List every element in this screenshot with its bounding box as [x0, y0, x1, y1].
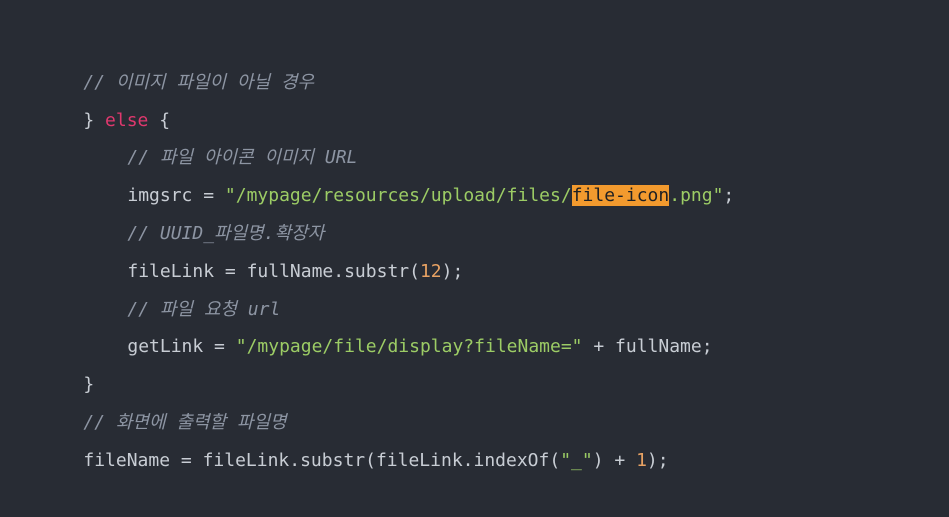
code-line: // 이미지 파일이 아닐 경우: [0, 26, 949, 93]
code-number: 1: [636, 449, 647, 471]
code-token: ;: [723, 185, 735, 207]
code-token: getLink =: [127, 336, 236, 358]
code-number: 12: [419, 260, 442, 282]
code-comment: // 화면에 출력할 파일명: [83, 411, 287, 433]
code-token: );: [646, 449, 669, 471]
code-token: ) +: [592, 449, 637, 471]
code-comment: // 이미지 파일이 아닐 경우: [83, 71, 314, 93]
code-token: }: [83, 374, 95, 396]
code-string: "_": [560, 449, 593, 471]
code-token: imgsrc =: [127, 185, 225, 207]
code-comment: // 파일 아이콘 이미지 URL: [127, 147, 358, 169]
code-block: // 이미지 파일이 아닐 경우 } else { // 파일 아이콘 이미지 …: [0, 0, 949, 471]
code-comment: // UUID_파일명.확장자: [127, 222, 325, 244]
code-token: {: [148, 109, 171, 131]
code-token: }: [83, 109, 106, 131]
code-string: .png": [669, 185, 724, 207]
code-token: + fullName;: [582, 336, 713, 358]
code-string: "/mypage/file/display?fileName=": [235, 336, 583, 358]
code-token: fileLink = fullName.substr(: [127, 260, 420, 282]
search-highlight: file-icon: [571, 185, 670, 207]
code-token: fileName = fileLink.substr(fileLink.inde…: [83, 449, 561, 471]
code-string: "/mypage/resources/upload/files/: [224, 185, 572, 207]
code-line: // 화면에 출력할 파일명: [0, 366, 949, 433]
code-comment: // 파일 요청 url: [127, 298, 281, 320]
code-token: );: [441, 260, 464, 282]
code-keyword: else: [105, 109, 149, 131]
